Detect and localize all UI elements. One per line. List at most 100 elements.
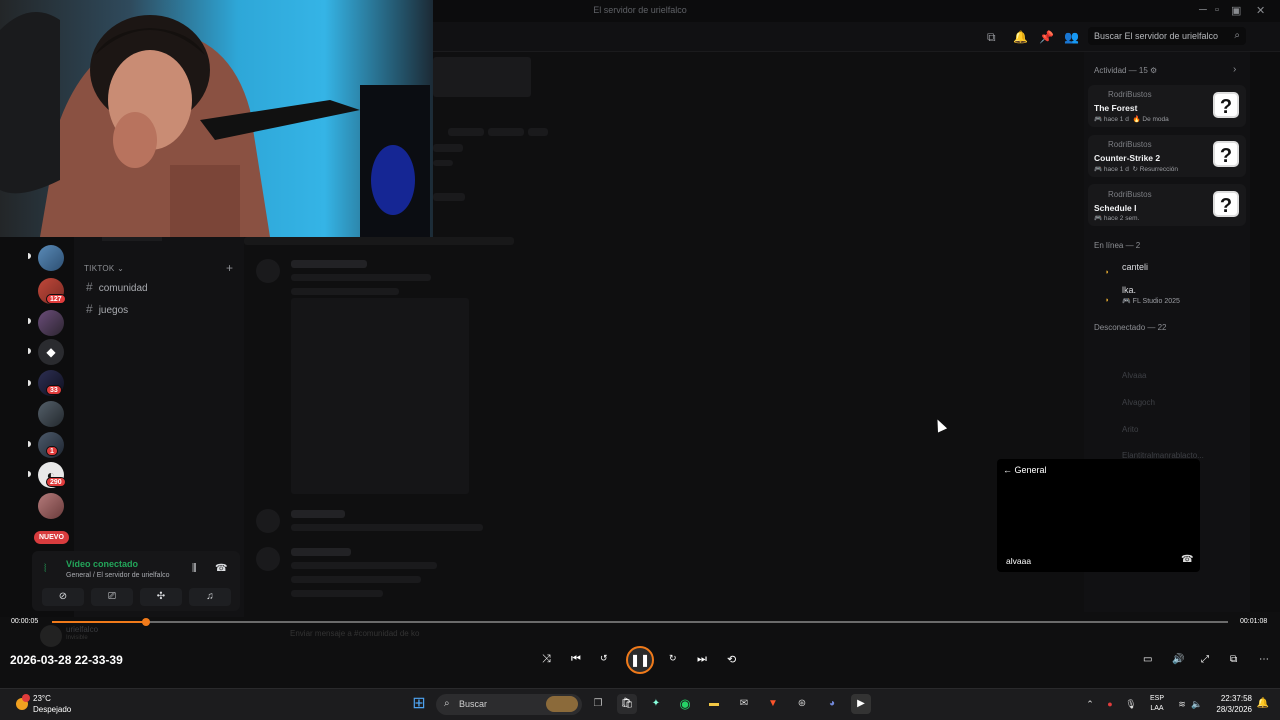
copilot-icon[interactable]: ✦ [646,694,666,714]
microphone-icon[interactable]: 🎙 [1121,694,1141,714]
bell-icon[interactable]: 🔔 [1013,30,1028,44]
signal-icon[interactable]: ⦚ [44,563,46,576]
avatar-skeleton [256,509,280,533]
server-icon-8[interactable] [38,493,64,519]
speaker-icon[interactable]: 🔈 [1187,694,1207,714]
miniplayer-icon[interactable]: ▭ [1143,654,1152,665]
repeat-off-icon[interactable]: ⟲ [727,653,736,666]
webcam-feed [0,12,430,237]
tray-chevron-icon[interactable]: ⌃ [1080,694,1100,714]
notification-icon[interactable]: 🔔 [1253,694,1273,714]
date[interactable]: 28/3/2026 [1210,705,1252,714]
member-name[interactable]: canteli [1122,262,1148,272]
message-skeleton [433,193,465,201]
volume-icon[interactable]: 🔊 [1172,654,1184,665]
server-icon-1[interactable] [38,245,64,271]
message-skeleton [291,576,421,583]
server-icon-5[interactable] [38,401,64,427]
store-icon[interactable]: 🛍 [617,694,637,714]
language-indicator[interactable]: ESP LAA [1149,694,1165,714]
fullscreen-icon[interactable]: ⤢ [1201,654,1209,665]
steam-icon[interactable]: ⊛ [792,694,812,714]
threads-icon[interactable]: ⧉ [987,30,996,45]
channel-item-comunidad[interactable]: # comunidad [86,280,148,294]
server-badge: 290 [46,477,66,487]
unknown-game-icon: ? [1213,92,1239,118]
message-skeleton [291,274,431,281]
message-input[interactable]: Enviar mensaje a #comunidad de ko [290,629,419,638]
forward-30-icon[interactable]: ↻ [669,653,677,664]
server-badge: 127 [46,294,66,304]
file-explorer-icon[interactable]: ▬ [704,694,724,714]
popout-back-button[interactable]: ← General [1003,465,1047,475]
more-icon[interactable]: ⋯ [1259,654,1269,665]
channel-item-juegos[interactable]: # juegos [86,302,128,316]
compact-overlay-icon[interactable]: ⧉ [1230,654,1237,665]
webcam-overlay [0,0,433,237]
member-name[interactable]: Arito [1122,425,1138,434]
avatar-skeleton [256,547,280,571]
member-name[interactable]: Alvagoch [1122,398,1155,407]
soundboard-icon[interactable]: ♫ [189,588,231,606]
total-duration: 00:01:08 [1240,618,1268,625]
pause-button[interactable]: ❚❚ [626,646,654,674]
message-skeleton [433,160,453,166]
scrollbar-track[interactable] [1250,52,1280,612]
server-search-input[interactable]: Buscar El servidor de urielfalco ⌕ [1088,27,1246,45]
message-skeleton [244,237,514,245]
message-skeleton [291,524,483,531]
voice-channel[interactable]: General / El servidor de urielfalco [66,572,170,579]
weather-desc: Despejado [33,705,72,714]
weather-icon[interactable] [14,694,30,717]
refresh-icon: ↻ [1132,166,1138,173]
close-icon[interactable]: ✕ [1256,4,1265,17]
camera-off-icon[interactable]: ⊘ [42,588,84,606]
previous-icon[interactable]: ⏮ [571,653,581,666]
noise-suppression-icon[interactable]: ⫼ [192,563,197,574]
discord-icon[interactable]: ◆ [38,339,64,365]
taskbar-search[interactable]: ⌕ Buscar [436,694,582,715]
server-badge: 33 [46,385,62,395]
task-view-icon[interactable]: ❐ [588,694,608,714]
clock[interactable]: 22:37:58 [1218,694,1252,703]
add-channel-icon[interactable]: + [226,261,233,275]
message-skeleton [291,288,399,295]
brave-icon[interactable]: ▼ [763,694,783,714]
seek-bar[interactable] [52,621,1228,623]
media-player-icon[interactable]: ▶ [851,694,871,714]
discord-icon[interactable]: ◕ [822,694,842,714]
windows-start-icon[interactable]: ⊞ [409,694,429,714]
category-header[interactable]: TIKTOK ⌄ [84,264,124,273]
gamepad-icon: 🎮 [1094,116,1103,123]
gamepad-icon: 🎮 [1094,215,1103,222]
activity-meta: 🎮 hace 2 sem. [1094,215,1140,222]
search-icon: ⌕ [444,698,450,709]
next-icon[interactable]: ⏭ [697,653,707,666]
activities-icon[interactable]: ✣ [140,588,182,606]
activity-header[interactable]: Actividad — 15 ⚙ [1094,66,1157,75]
screen-share-icon[interactable]: ⎚ [91,588,133,606]
members-icon[interactable]: 👥 [1064,30,1079,44]
server-icon-3[interactable] [38,310,64,336]
mail-icon[interactable]: ✉ [734,694,754,714]
pin-icon[interactable]: 📌 [1039,30,1054,44]
footer-username: urielfalco [66,625,99,634]
chevron-right-icon[interactable]: › [1233,64,1236,75]
participant-name: alvaaa [1006,556,1032,566]
rewind-10-icon[interactable]: ↺ [600,653,608,664]
maximize-icon[interactable]: ▫ [1215,4,1219,16]
weather-temp: 23°C [33,694,51,703]
hang-up-icon[interactable]: ☎ [1181,554,1193,565]
activity-meta: 🎮 hace 1 d 🔥 De moda [1094,116,1169,123]
recording-timestamp: 2026-03-28 22-33-39 [10,653,123,667]
shuffle-icon[interactable]: ⤨ [542,653,551,666]
member-name[interactable]: Alvaaa [1122,371,1146,380]
minimize-icon[interactable]: ─ [1199,4,1207,16]
tray-app-icon[interactable]: ● [1100,694,1120,714]
flame-icon: 🔥 [1132,116,1141,123]
whatsapp-icon[interactable]: ◉ [675,694,695,714]
member-name[interactable]: lka. [1122,285,1136,295]
activity-game: Counter-Strike 2 [1094,153,1161,163]
disconnect-icon[interactable]: ☎ [215,563,227,574]
restore-icon[interactable]: ▣ [1231,4,1241,17]
